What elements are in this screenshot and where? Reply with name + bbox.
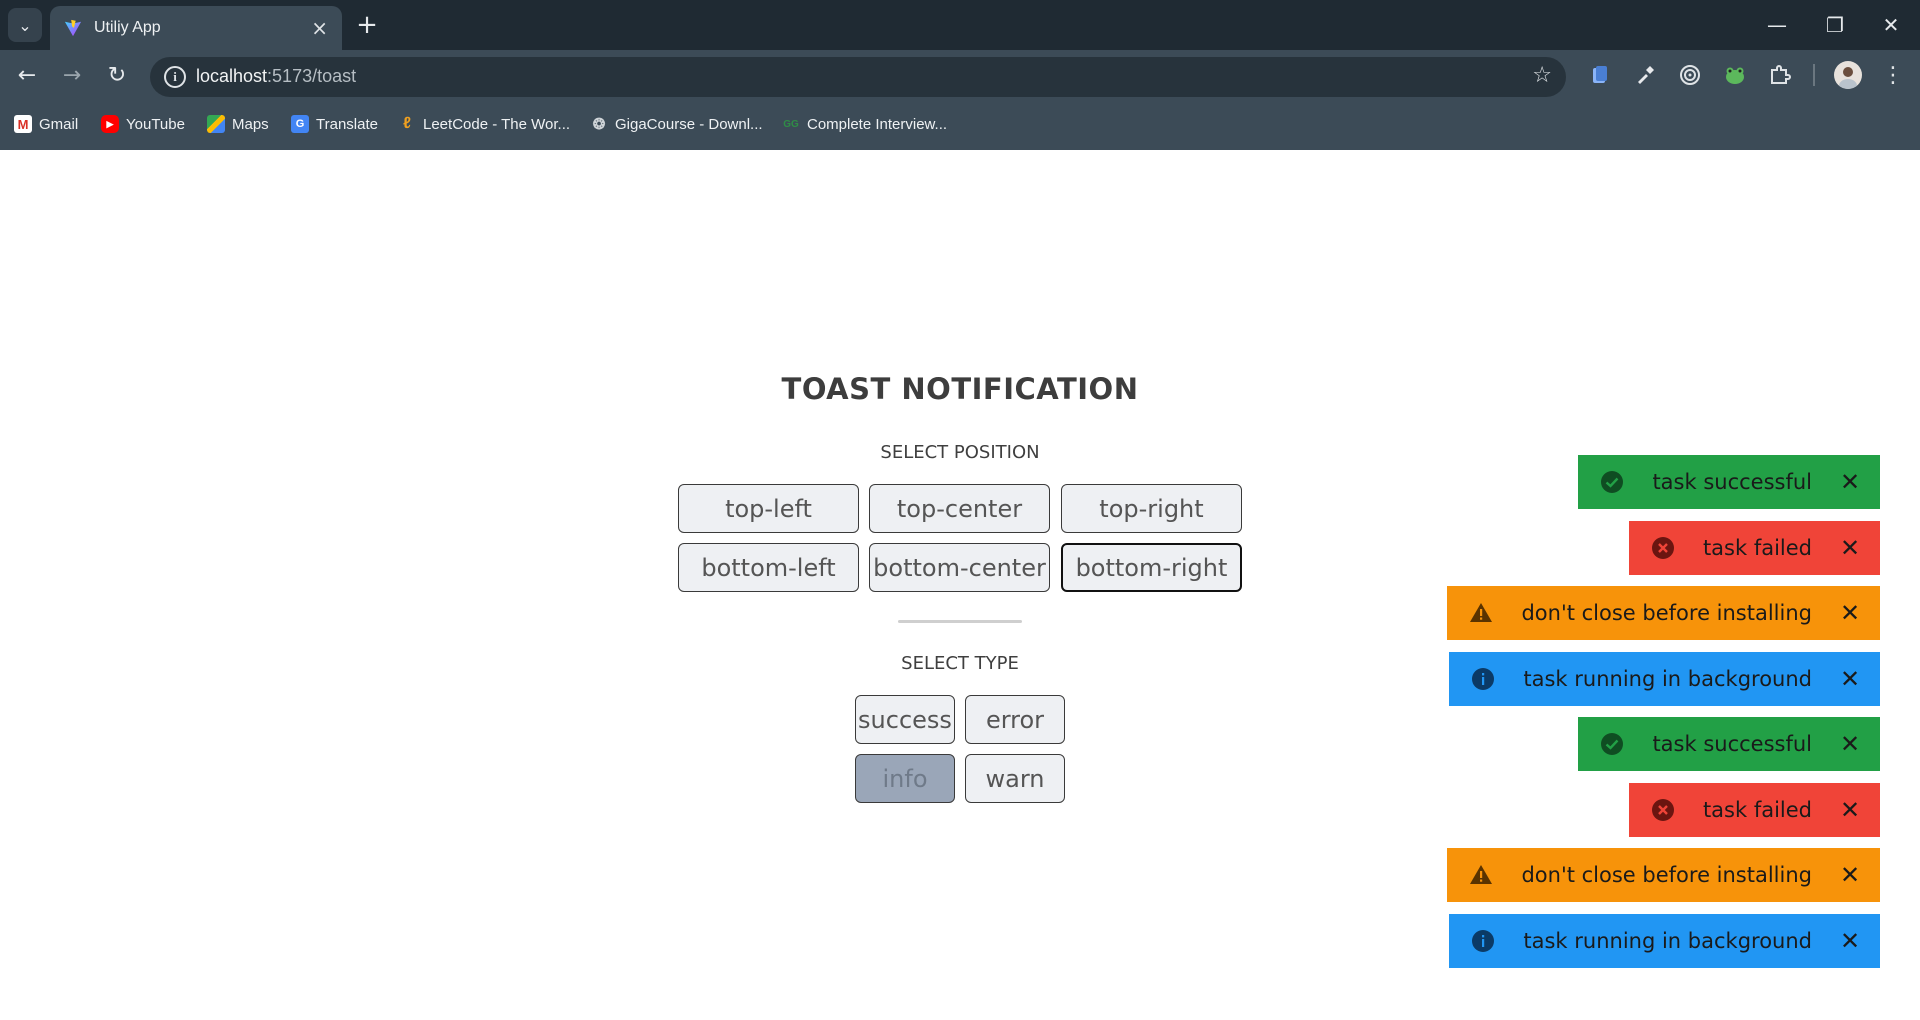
bookmark-label: GigaCourse - Downl... bbox=[615, 115, 763, 133]
toast-error: task failed ✕ bbox=[1628, 783, 1880, 837]
info-circle-icon bbox=[1471, 929, 1495, 953]
type-info-button[interactable]: info bbox=[855, 754, 955, 803]
tab-title: Utiliy App bbox=[94, 19, 161, 36]
reload-button[interactable]: ↻ bbox=[100, 58, 134, 92]
section-divider bbox=[898, 620, 1022, 623]
site-info-icon[interactable]: i bbox=[164, 66, 186, 88]
x-circle-icon bbox=[1651, 798, 1675, 822]
type-error-button[interactable]: error bbox=[965, 695, 1065, 744]
gigacourse-icon: ❂ bbox=[592, 116, 606, 133]
vite-logo-icon bbox=[64, 19, 82, 37]
position-bottom-center-button[interactable]: bottom-center bbox=[869, 543, 1050, 592]
new-tab-button[interactable]: + bbox=[352, 10, 382, 40]
browser-toolbar: ← → ↻ i localhost:5173/toast ☆ ⋮ bbox=[0, 50, 1920, 100]
position-top-right-button[interactable]: top-right bbox=[1061, 484, 1242, 533]
position-bottom-right-button[interactable]: bottom-right bbox=[1061, 543, 1242, 592]
bookmark-leetcode[interactable]: ℓ LeetCode - The Wor... bbox=[398, 115, 570, 133]
toast-close-icon[interactable]: ✕ bbox=[1838, 665, 1862, 693]
page-title: TOAST NOTIFICATION bbox=[781, 372, 1139, 406]
bookmark-label: YouTube bbox=[126, 115, 185, 133]
position-button-grid: top-left top-center top-right bottom-lef… bbox=[678, 484, 1243, 596]
toast-warn: don't close before installing ✕ bbox=[1447, 848, 1880, 902]
bookmark-label: Translate bbox=[316, 115, 378, 133]
toast-info: task running in background ✕ bbox=[1449, 652, 1880, 706]
bookmark-youtube[interactable]: ▶ YouTube bbox=[101, 115, 185, 133]
bookmark-star-icon[interactable]: ☆ bbox=[1532, 63, 1552, 88]
bookmark-label: Gmail bbox=[39, 115, 79, 133]
warning-triangle-icon bbox=[1469, 601, 1493, 625]
eyedropper-icon[interactable] bbox=[1632, 62, 1658, 88]
toast-close-icon[interactable]: ✕ bbox=[1838, 796, 1862, 824]
tab-close-icon[interactable]: × bbox=[311, 16, 328, 40]
toast-close-icon[interactable]: ✕ bbox=[1838, 861, 1862, 889]
info-circle-icon bbox=[1471, 667, 1495, 691]
toast-message: don't close before installing bbox=[1521, 863, 1812, 887]
maps-icon bbox=[207, 115, 225, 133]
bookmark-complete-interview[interactable]: GG Complete Interview... bbox=[782, 115, 947, 133]
target-extension-icon[interactable] bbox=[1677, 62, 1703, 88]
close-window-button[interactable]: ✕ bbox=[1862, 0, 1920, 50]
check-circle-icon bbox=[1600, 732, 1624, 756]
bookmark-label: LeetCode - The Wor... bbox=[423, 115, 571, 133]
toast-message: task running in background bbox=[1523, 929, 1812, 953]
extension-docs-icon[interactable] bbox=[1587, 62, 1613, 88]
toast-message: don't close before installing bbox=[1521, 601, 1812, 625]
toast-success: task successful ✕ bbox=[1578, 455, 1880, 509]
bookmark-maps[interactable]: Maps bbox=[207, 115, 269, 133]
translate-icon: G bbox=[291, 115, 309, 133]
chevron-down-icon: ⌄ bbox=[18, 15, 32, 35]
toast-close-icon[interactable]: ✕ bbox=[1838, 468, 1862, 496]
browser-tab-active[interactable]: Utiliy App × bbox=[50, 6, 342, 50]
toast-warn: don't close before installing ✕ bbox=[1447, 586, 1880, 640]
frog-extension-icon[interactable] bbox=[1722, 62, 1748, 88]
profile-avatar[interactable] bbox=[1834, 61, 1862, 89]
bookmark-gigacourse[interactable]: ❂ GigaCourse - Downl... bbox=[590, 115, 763, 134]
toast-close-icon[interactable]: ✕ bbox=[1838, 534, 1862, 562]
forward-button[interactable]: → bbox=[55, 58, 89, 92]
url-path: :5173/toast bbox=[267, 66, 357, 86]
toast-close-icon[interactable]: ✕ bbox=[1838, 599, 1862, 627]
check-circle-icon bbox=[1600, 470, 1624, 494]
address-bar[interactable]: i localhost:5173/toast ☆ bbox=[150, 57, 1566, 97]
position-top-center-button[interactable]: top-center bbox=[869, 484, 1050, 533]
bookmark-label: Maps bbox=[232, 115, 269, 133]
position-top-left-button[interactable]: top-left bbox=[678, 484, 859, 533]
youtube-icon: ▶ bbox=[101, 115, 119, 133]
browser-tab-bar: ⌄ Utiliy App × + — ❐ ✕ bbox=[0, 0, 1920, 50]
back-button[interactable]: ← bbox=[10, 58, 44, 92]
bookmark-translate[interactable]: G Translate bbox=[291, 115, 378, 133]
toast-close-icon[interactable]: ✕ bbox=[1838, 730, 1862, 758]
tab-search-button[interactable]: ⌄ bbox=[8, 8, 42, 42]
restore-button[interactable]: ❐ bbox=[1806, 0, 1864, 50]
browser-menu-icon[interactable]: ⋮ bbox=[1880, 62, 1906, 88]
toast-error: task failed ✕ bbox=[1628, 521, 1880, 575]
type-warn-button[interactable]: warn bbox=[965, 754, 1065, 803]
bookmark-label: Complete Interview... bbox=[807, 115, 948, 133]
bookmark-gmail[interactable]: M Gmail bbox=[14, 115, 78, 133]
toast-message: task failed bbox=[1702, 536, 1812, 560]
toast-message: task successful bbox=[1652, 470, 1812, 494]
leetcode-icon: ℓ bbox=[403, 115, 411, 132]
gfg-icon: GG bbox=[783, 118, 799, 130]
toast-message: task running in background bbox=[1523, 667, 1812, 691]
warning-triangle-icon bbox=[1469, 863, 1493, 887]
position-bottom-left-button[interactable]: bottom-left bbox=[678, 543, 859, 592]
toast-close-icon[interactable]: ✕ bbox=[1838, 927, 1862, 955]
extensions-puzzle-icon[interactable] bbox=[1767, 62, 1793, 88]
gmail-icon: M bbox=[14, 115, 32, 133]
type-success-button[interactable]: success bbox=[855, 695, 955, 744]
url-text[interactable]: localhost:5173/toast bbox=[196, 66, 356, 87]
toolbar-divider bbox=[1813, 64, 1815, 86]
toast-info: task running in background ✕ bbox=[1449, 914, 1880, 968]
toast-message: task successful bbox=[1652, 732, 1812, 756]
toast-message: task failed bbox=[1702, 798, 1812, 822]
toast-success: task successful ✕ bbox=[1578, 717, 1880, 771]
minimize-button[interactable]: — bbox=[1748, 0, 1806, 50]
bookmarks-bar: M Gmail ▶ YouTube Maps G Translate ℓ Lee… bbox=[0, 100, 1920, 150]
x-circle-icon bbox=[1651, 536, 1675, 560]
url-host: localhost bbox=[196, 66, 268, 86]
